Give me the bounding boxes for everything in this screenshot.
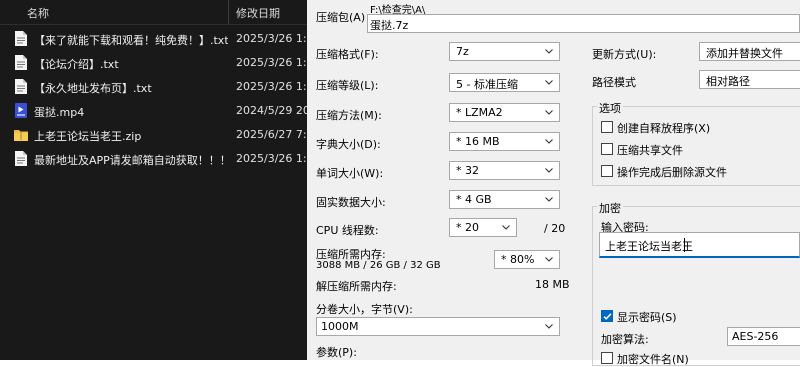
- format-label: 压缩格式(F):: [316, 48, 379, 61]
- text-file-icon: [15, 151, 27, 166]
- file-row[interactable]: 【永久地址发布页】.txt 2025/3/26 1:08: [0, 75, 307, 99]
- shared-files-checkbox[interactable]: [601, 143, 613, 155]
- dict-select[interactable]: * 16 MB: [449, 132, 560, 151]
- solid-select[interactable]: * 4 GB: [449, 190, 560, 209]
- word-select[interactable]: * 32: [449, 161, 560, 180]
- encryption-method-value: AES-256: [732, 330, 779, 343]
- sfx-label: 创建自释放程序(X): [617, 122, 711, 135]
- file-row[interactable]: 【论坛介绍】.txt 2025/3/26 1:08: [0, 51, 307, 75]
- chevron-down-icon: [545, 197, 553, 202]
- chevron-down-icon: [545, 168, 553, 173]
- update-label: 更新方式(U):: [592, 48, 657, 61]
- shared-files-label: 压缩共享文件: [617, 144, 683, 157]
- file-date: 2025/3/26 1:08: [236, 56, 307, 69]
- dict-value: * 16 MB: [456, 135, 500, 148]
- params-label: 参数(P):: [316, 346, 357, 359]
- mem-decompress-label: 解压缩所需内存:: [316, 280, 397, 293]
- file-row[interactable]: 【来了就能下载和观看！纯免费！】.txt 2025/3/26 1:05: [0, 27, 307, 51]
- dict-label: 字典大小(D):: [316, 138, 381, 151]
- chevron-down-icon: [502, 225, 510, 230]
- file-name: 最新地址及APP请发邮箱自动获取！！！....: [34, 154, 224, 167]
- encryption-method-select[interactable]: AES-256: [727, 327, 800, 346]
- encryption-method-label: 加密算法:: [601, 333, 649, 346]
- level-label: 压缩等级(L):: [316, 79, 379, 92]
- file-row[interactable]: 蛋挞.mp4 2024/5/29 20:01: [0, 99, 307, 123]
- archive-name-combo[interactable]: 蛋挞.7z: [367, 14, 800, 33]
- file-row[interactable]: 最新地址及APP请发邮箱自动获取！！！.... 2025/3/26 1:08: [0, 147, 307, 171]
- chevron-down-icon: [545, 139, 553, 144]
- volume-select[interactable]: 1000M: [316, 317, 560, 336]
- chevron-down-icon: [545, 324, 553, 329]
- chevron-down-icon: [545, 110, 553, 115]
- column-date[interactable]: 修改日期: [236, 5, 280, 21]
- chevron-down-icon: [545, 80, 553, 85]
- mem-decompress-value: 18 MB: [535, 278, 570, 291]
- delete-source-checkbox[interactable]: [601, 165, 613, 177]
- level-select[interactable]: 5 - 标准压缩: [449, 73, 560, 92]
- show-password-label: 显示密码(S): [617, 311, 677, 324]
- sfx-checkbox[interactable]: [601, 121, 613, 133]
- file-name: 【来了就能下载和观看！纯免费！】.txt: [34, 34, 228, 47]
- file-row[interactable]: 上老王论坛当老王.zip 2025/6/27 7:37: [0, 123, 307, 147]
- encryption-title: 加密: [597, 200, 623, 216]
- file-explorer: 名称 修改日期 【来了就能下载和观看！纯免费！】.txt 2025/3/26 1…: [0, 0, 307, 360]
- file-date: 2025/3/26 1:05: [236, 32, 307, 45]
- format-select[interactable]: 7z: [449, 42, 560, 61]
- file-name: 【论坛介绍】.txt: [34, 58, 119, 71]
- file-date: 2025/3/26 1:08: [236, 152, 307, 165]
- archive-name-value: 蛋挞.7z: [370, 19, 409, 32]
- file-name: 【永久地址发布页】.txt: [34, 82, 152, 95]
- password-value: 上老王论坛当老王: [605, 240, 693, 253]
- encrypt-names-checkbox[interactable]: [601, 352, 613, 364]
- method-value: * LZMA2: [456, 106, 503, 119]
- solid-label: 固实数据大小:: [316, 196, 386, 209]
- video-file-icon: [15, 103, 27, 118]
- chevron-down-icon: [545, 49, 553, 54]
- password-input[interactable]: 上老王论坛当老王: [599, 232, 800, 258]
- file-date: 2025/6/27 7:37: [236, 128, 307, 141]
- threads-total: / 20: [544, 222, 566, 235]
- pathmode-value: 相对路径: [706, 75, 750, 88]
- column-divider[interactable]: [228, 0, 229, 24]
- mem-compress-detail: 3088 MB / 26 GB / 32 GB: [316, 260, 441, 271]
- column-header: 名称 修改日期: [0, 0, 307, 25]
- archive-label: 压缩包(A): [316, 11, 366, 24]
- file-date: 2025/3/26 1:08: [236, 80, 307, 93]
- options-title: 选项: [597, 100, 623, 116]
- checkmark-icon: [603, 313, 612, 320]
- pathmode-label: 路径模式: [592, 76, 636, 89]
- column-name[interactable]: 名称: [27, 5, 49, 21]
- text-caret: [684, 238, 685, 252]
- method-select[interactable]: * LZMA2: [449, 103, 560, 122]
- file-name: 上老王论坛当老王.zip: [34, 130, 142, 143]
- text-file-icon: [15, 55, 27, 70]
- text-file-icon: [15, 79, 27, 94]
- solid-value: * 4 GB: [456, 193, 492, 206]
- file-name: 蛋挞.mp4: [34, 106, 85, 119]
- update-select[interactable]: 添加并替换文件: [699, 42, 800, 61]
- update-value: 添加并替换文件: [706, 47, 783, 60]
- word-label: 单词大小(W):: [316, 167, 384, 180]
- show-password-checkbox[interactable]: [601, 310, 613, 322]
- text-file-icon: [15, 31, 27, 46]
- mem-percent-select[interactable]: * 80%: [494, 250, 560, 269]
- threads-value: * 20: [456, 221, 479, 234]
- word-value: * 32: [456, 164, 479, 177]
- delete-source-label: 操作完成后删除源文件: [617, 166, 727, 179]
- threads-label: CPU 线程数:: [316, 224, 379, 237]
- zip-folder-icon: [14, 130, 28, 141]
- format-value: 7z: [456, 45, 469, 58]
- add-to-archive-dialog: 压缩包(A) F:\检查完\A\ 蛋挞.7z 压缩格式(F): 7z 压缩等级(…: [307, 0, 800, 366]
- mem-percent-value: * 80%: [501, 253, 535, 266]
- pathmode-select[interactable]: 相对路径: [699, 70, 800, 89]
- chevron-down-icon: [545, 257, 553, 262]
- encrypt-names-label: 加密文件名(N): [617, 353, 689, 366]
- threads-select[interactable]: * 20: [449, 218, 517, 237]
- volume-value: 1000M: [321, 320, 359, 333]
- method-label: 压缩方法(M):: [316, 109, 382, 122]
- level-value: 5 - 标准压缩: [456, 78, 518, 91]
- volume-label: 分卷大小，字节(V):: [316, 303, 413, 316]
- file-date: 2024/5/29 20:01: [236, 104, 307, 117]
